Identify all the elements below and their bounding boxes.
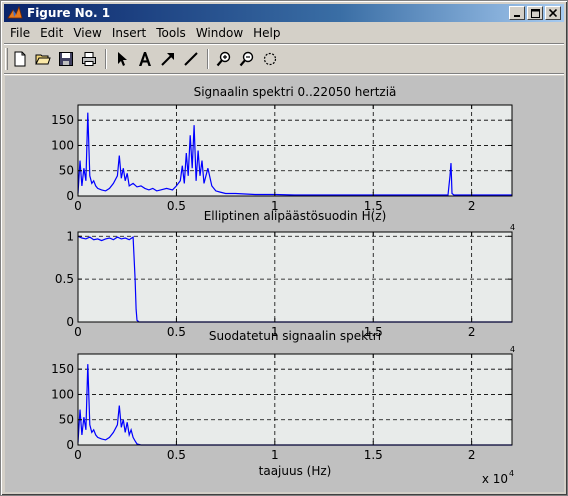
toolbar-grip[interactable] [5,48,8,70]
chart-2-exponent-label: 4 [510,223,515,232]
menu-separator [4,43,564,45]
zoom-in-button[interactable] [213,48,235,70]
chart-3-xtick-label: 0 [74,448,82,462]
matlab-logo-icon [7,6,23,19]
minimize-icon [514,15,520,17]
chart-3-ytick-label: 100 [51,387,74,401]
open-file-button[interactable] [32,48,54,70]
maximize-button[interactable] [527,6,543,20]
chart-3-xtick-label: 0.5 [167,448,186,462]
save-button[interactable] [55,48,77,70]
title-bar[interactable]: Figure No. 1 [4,4,564,22]
chart-2-xtick-label: 0.5 [167,325,186,339]
chart-3-xtick-label: 1 [271,448,279,462]
chart-2-ytick-label: 0.5 [55,272,74,286]
chart-3-xlabel: taajuus (Hz) [259,464,332,478]
chart-2-xtick-label: 2 [468,325,476,339]
rotate-icon [263,52,277,66]
chart-3-exponent-label: 4 [510,345,515,354]
chart-1-ytick-label: 100 [51,138,74,152]
zoom-out-button[interactable] [236,48,258,70]
chart-1-plot-area[interactable] [78,105,512,196]
insert-line-icon [184,52,198,66]
rotate-button[interactable] [259,48,281,70]
toolbar-separator [207,49,209,69]
chart-2-ytick-label: 1 [66,229,74,243]
chart-2-xtick-label: 0 [74,325,82,339]
window-title: Figure No. 1 [27,6,111,20]
menu-tools[interactable]: Tools [151,26,191,40]
chart-3-xtick-label: 1.5 [364,448,383,462]
menu-edit[interactable]: Edit [35,26,68,40]
chart-3-plot-area[interactable] [78,354,512,445]
chart-1-xtick-label: 2 [468,199,476,213]
chart-1-ytick-label: 50 [59,164,74,178]
chart-1-title: Signaalin spektri 0..22050 hertziä [194,85,397,99]
save-icon [59,52,73,66]
chart-3-xtick-label: 2 [468,448,476,462]
open-file-icon [35,54,51,65]
chart-1-xtick-label: 0.5 [167,199,186,213]
chart-2-plot-area[interactable] [78,232,512,322]
menu-window[interactable]: Window [191,26,248,40]
figure-window: Figure No. 1 File Edit View Insert Tools… [0,0,568,496]
insert-arrow-icon [161,53,174,66]
zoom-out-icon [239,51,254,67]
chart-3-title: Suodatetun signaalin spektri [209,329,381,343]
menu-help[interactable]: Help [248,26,285,40]
arrow-select-icon [118,52,127,66]
chart-3-scale-exponent: 4 [509,469,514,478]
select-button[interactable] [111,48,133,70]
chart-2-title: Elliptinen alipäästösuodin H(z) [204,209,387,223]
close-button[interactable] [545,6,561,20]
toolbar-separator-line [4,73,564,75]
chart-3-ytick-label: 50 [59,413,74,427]
chart-1-xtick-label: 0 [74,199,82,213]
close-icon [549,9,557,17]
print-icon [82,52,96,66]
menu-insert[interactable]: Insert [107,26,151,40]
print-button[interactable] [78,48,100,70]
toolbar [5,46,282,72]
plots-svg: 0 0.5 1 1.5 2050100150Signaalin spektri 0..2… [51,85,515,486]
insert-line-button[interactable] [180,48,202,70]
new-file-icon [14,51,26,67]
toolbar-separator [105,49,107,69]
chart-2-ytick-label: 0 [66,315,74,329]
new-figure-button[interactable] [9,48,31,70]
insert-text-button[interactable] [134,48,156,70]
chart-3-scale-label: x 10 [482,472,508,486]
maximize-icon [530,8,540,18]
menu-file[interactable]: File [5,26,35,40]
minimize-button[interactable] [509,6,525,20]
chart-1-ytick-label: 0 [66,189,74,203]
menu-bar: File Edit View Insert Tools Window Help [5,24,286,42]
menu-view[interactable]: View [68,26,106,40]
chart-1-ytick-label: 150 [51,113,74,127]
zoom-in-icon [216,51,231,67]
figure-canvas: 0 0.5 1 1.5 2 0 50 100 150 Signaalin spektri 0..2… [5,76,564,492]
chart-3-ytick-label: 150 [51,362,74,376]
insert-text-icon [139,52,151,66]
insert-arrow-button[interactable] [157,48,179,70]
chart-3-ytick-label: 0 [66,438,74,452]
